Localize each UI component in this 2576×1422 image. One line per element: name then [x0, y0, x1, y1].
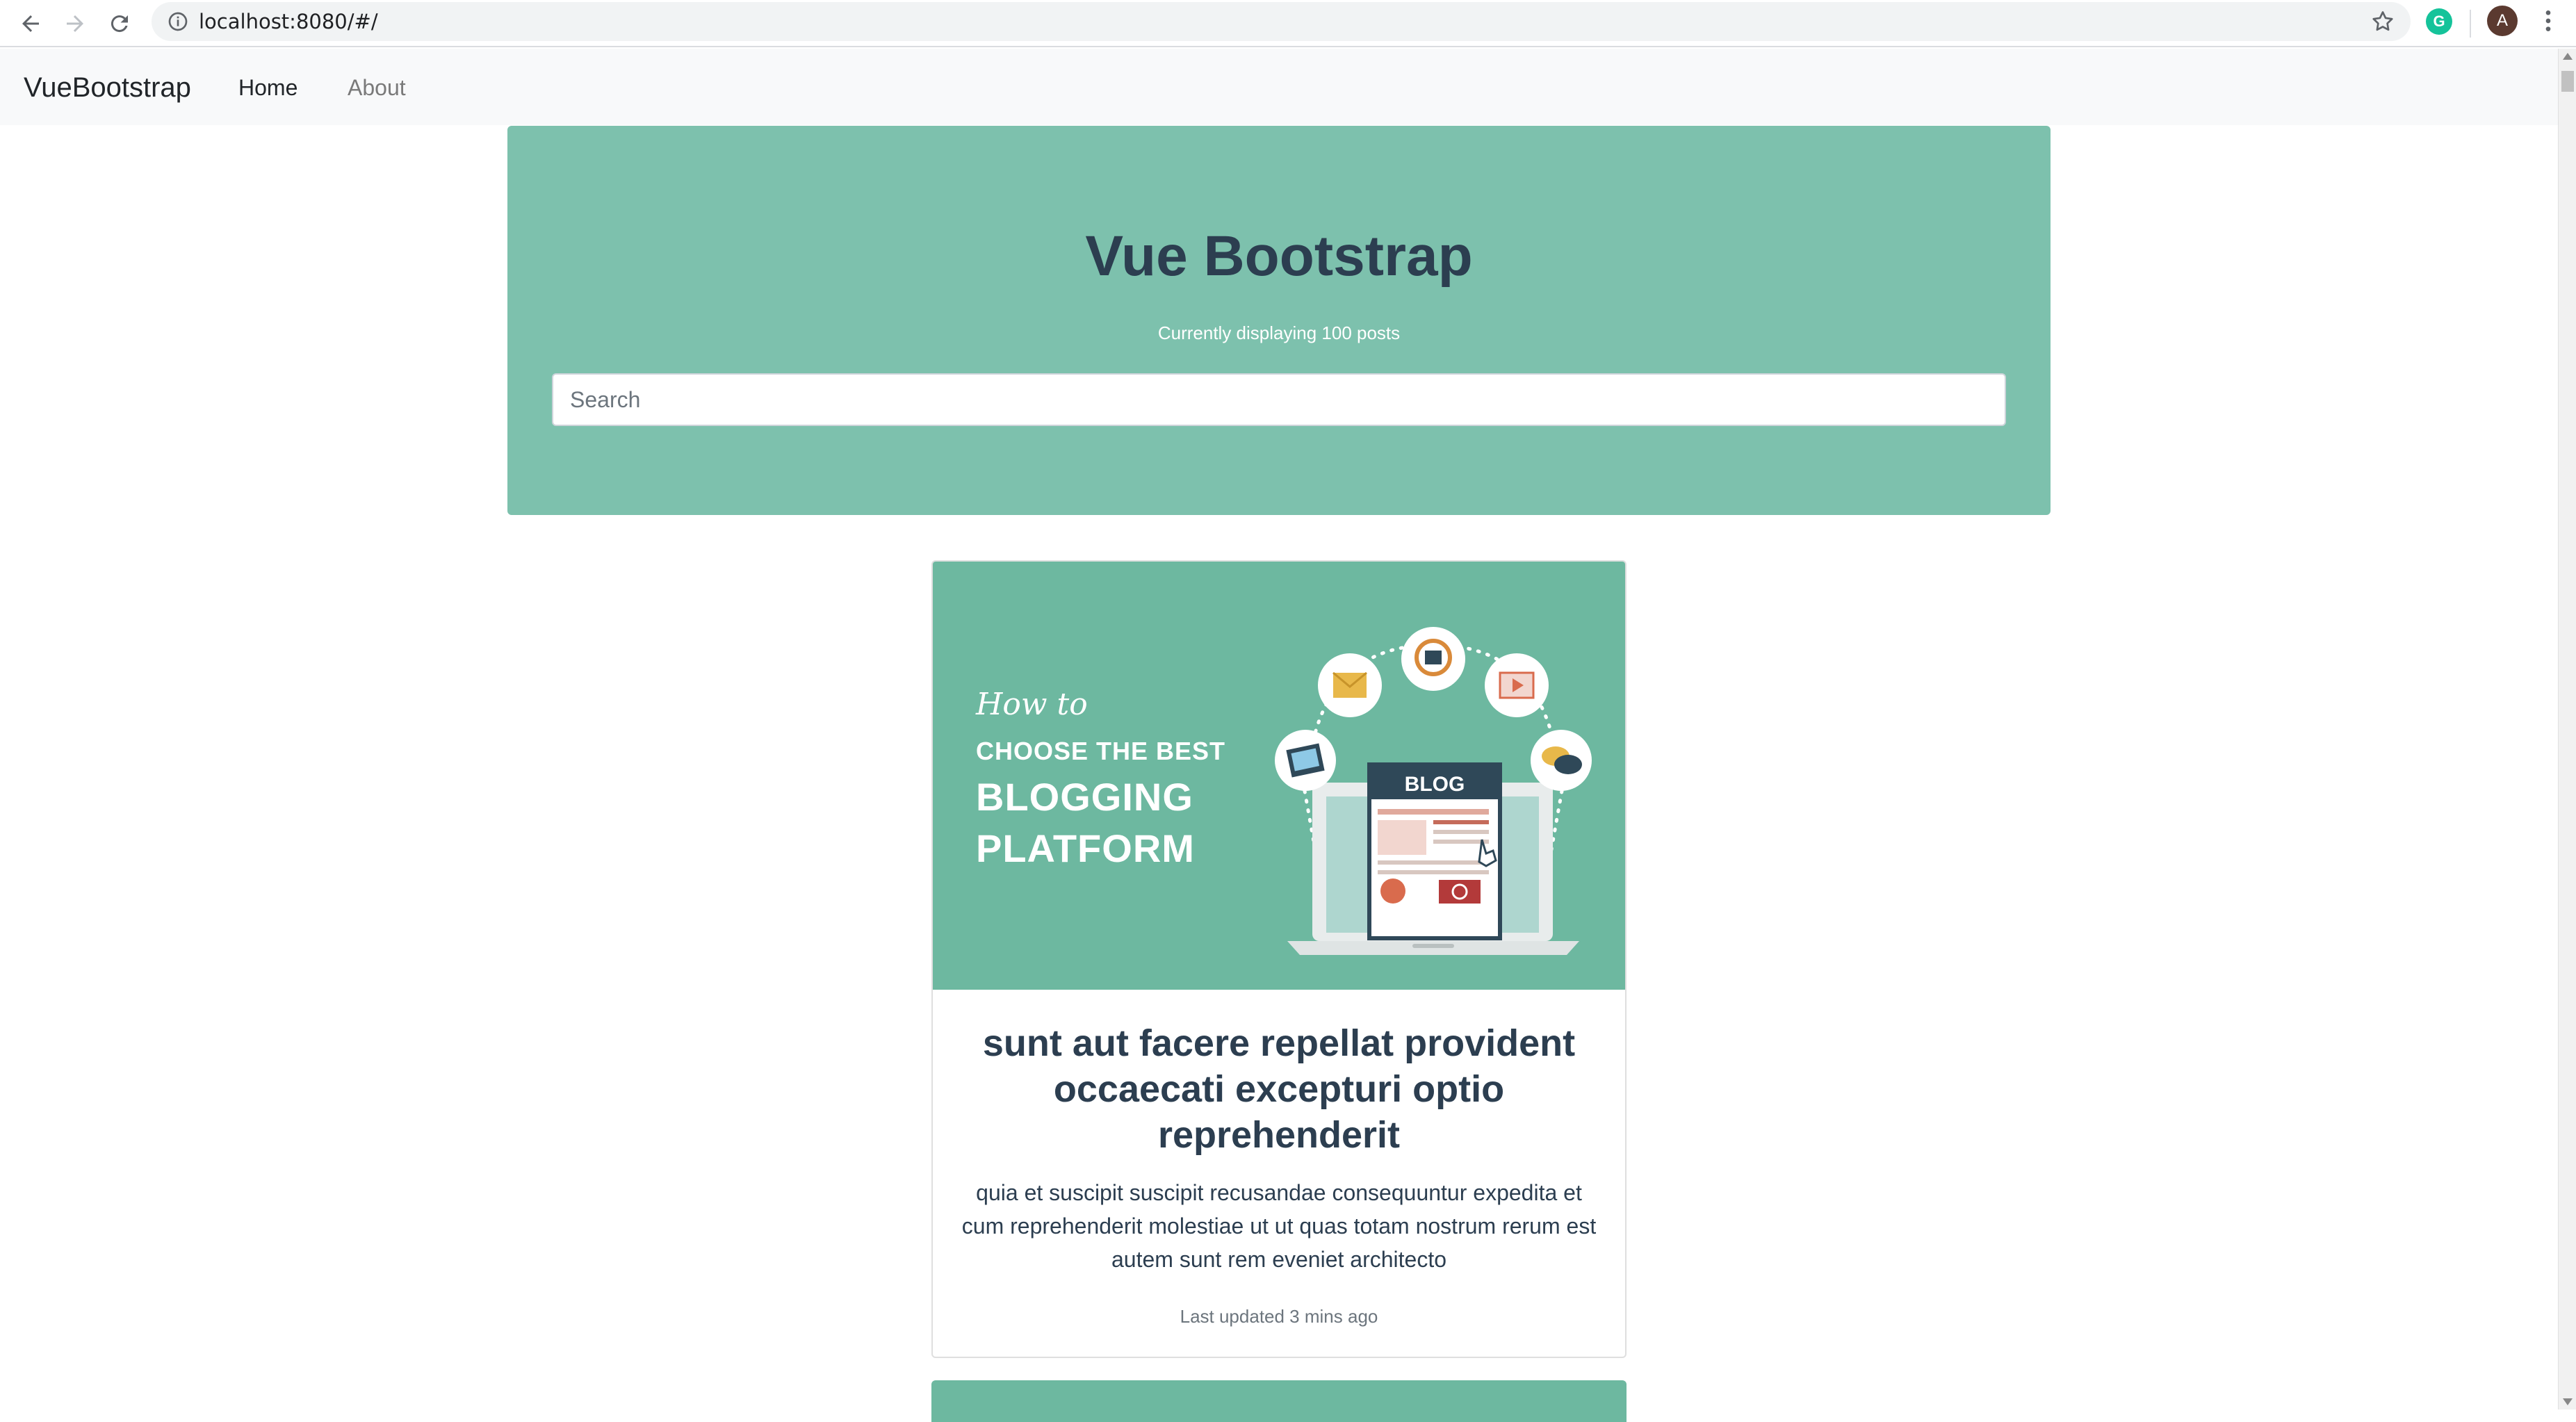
search-input[interactable]	[552, 373, 2006, 426]
grammarly-extension-icon[interactable]: G	[2426, 8, 2452, 35]
post-body-text: quia et suscipit suscipit recusandae con…	[961, 1180, 1597, 1272]
image-text-how-to: How to	[976, 687, 1088, 722]
post-card-body: sunt aut facere repellat provident occae…	[933, 990, 1625, 1327]
info-icon[interactable]	[167, 10, 189, 33]
image-text-platform: PLATFORM	[976, 826, 1195, 870]
more-vert-icon[interactable]	[2534, 7, 2562, 35]
blog-screen-label: BLOG	[1405, 773, 1465, 796]
post-title[interactable]: sunt aut facere repellat provident occae…	[961, 1020, 1597, 1158]
post-count-text: Currently displaying 100 posts	[1157, 322, 1401, 343]
scroll-thumb[interactable]	[2561, 71, 2574, 92]
page-title: Vue Bootstrap	[1085, 224, 1473, 288]
post-timestamp: Last updated 3 mins ago	[1180, 1306, 1378, 1327]
navbar-brand[interactable]: VueBootstrap	[24, 71, 191, 104]
nav-link-home[interactable]: Home	[238, 74, 297, 101]
image-text-choose: CHOOSE THE BEST	[976, 737, 1226, 765]
scroll-down-arrow-icon[interactable]	[2563, 1398, 2573, 1405]
reload-icon	[111, 15, 128, 33]
scroll-up-arrow-icon[interactable]	[2563, 53, 2573, 60]
page-scrollbar[interactable]	[2558, 49, 2576, 1409]
browser-toolbar: localhost:8080/#/ G A	[0, 0, 2576, 47]
reload-button[interactable]	[101, 6, 138, 42]
nav-link-about[interactable]: About	[348, 74, 406, 101]
bookmark-star-icon[interactable]	[2370, 9, 2395, 34]
url-text[interactable]: localhost:8080/#/	[199, 10, 378, 33]
arrow-right-icon	[67, 15, 83, 32]
forward-button[interactable]	[57, 6, 93, 42]
arrow-left-icon	[22, 15, 39, 32]
profile-avatar[interactable]: A	[2487, 6, 2518, 36]
post-card-image: BLOG How to CHOOSE THE BEST BLOGGING PLA…	[933, 562, 1625, 990]
toolbar-divider	[2470, 10, 2471, 38]
post-card-next[interactable]	[931, 1380, 1627, 1422]
image-text-blogging: BLOGGING	[976, 775, 1193, 819]
jumbotron-header: Vue Bootstrap Currently displaying 100 p…	[507, 126, 2051, 515]
back-button[interactable]	[13, 6, 49, 42]
post-card[interactable]: BLOG How to CHOOSE THE BEST BLOGGING PLA…	[931, 560, 1627, 1358]
address-bar[interactable]: localhost:8080/#/	[152, 2, 2411, 41]
site-navbar: VueBootstrap Home About	[0, 49, 2558, 125]
